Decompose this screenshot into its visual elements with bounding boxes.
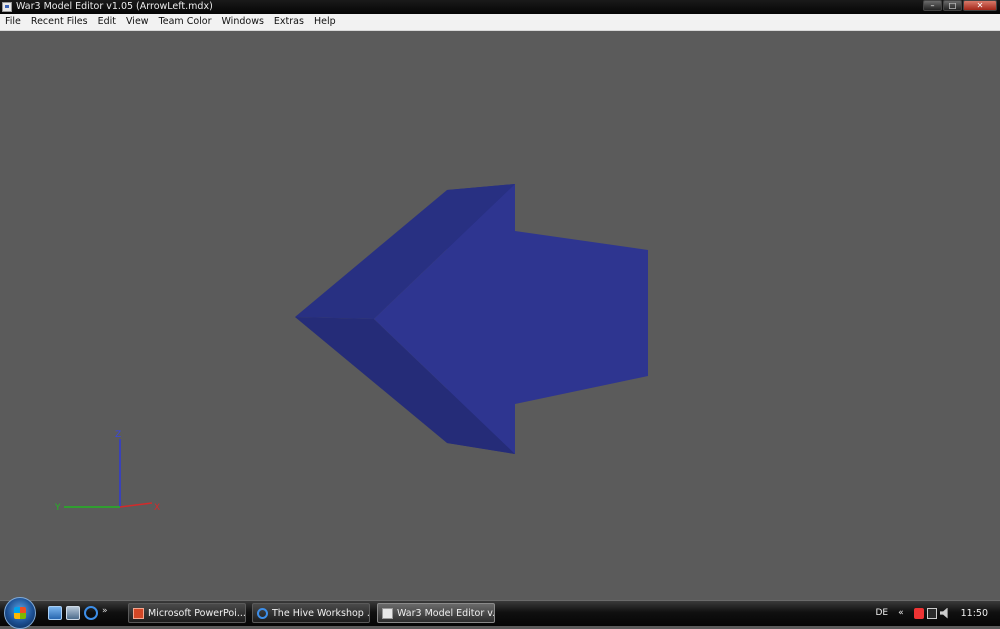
clock[interactable]: 11:50	[961, 608, 988, 619]
start-button[interactable]	[4, 597, 36, 629]
menu-windows[interactable]: Windows	[217, 14, 269, 30]
arrow-model[interactable]	[295, 184, 648, 454]
app-icon[interactable]	[2, 2, 12, 12]
viewport-canvas[interactable]: Z Y X	[0, 31, 1000, 600]
window-controls: – □ ✕	[922, 0, 997, 12]
task-label: War3 Model Editor v...	[397, 607, 494, 619]
y-axis-label: Y	[54, 503, 61, 513]
internet-explorer-icon[interactable]	[84, 606, 98, 620]
taskbar: » Microsoft PowerPoi... The Hive Worksho…	[0, 597, 1000, 629]
z-axis-label: Z	[115, 430, 121, 440]
task-label: Microsoft PowerPoi...	[148, 607, 245, 619]
powerpoint-icon	[133, 607, 144, 619]
language-indicator[interactable]: DE	[875, 608, 888, 618]
volume-icon[interactable]	[939, 607, 948, 619]
axis-gizmo: Z Y X	[54, 430, 160, 513]
war3-model-editor-icon	[382, 607, 393, 619]
3d-viewport[interactable]: Z Y X	[0, 31, 1000, 600]
system-tray: DE « 11:50	[875, 601, 1000, 625]
minimize-button[interactable]: –	[923, 0, 942, 11]
maximize-button[interactable]: □	[943, 0, 962, 11]
x-axis-line	[119, 502, 153, 508]
close-button[interactable]: ✕	[963, 0, 997, 11]
show-desktop-icon[interactable]	[48, 606, 62, 620]
menu-edit[interactable]: Edit	[93, 14, 121, 30]
taskbar-button-hive-workshop[interactable]: The Hive Workshop ...	[252, 603, 370, 623]
menu-recent-files[interactable]: Recent Files	[26, 14, 93, 30]
menu-extras[interactable]: Extras	[269, 14, 309, 30]
menu-team-color[interactable]: Team Color	[154, 14, 217, 30]
task-label: The Hive Workshop ...	[272, 607, 369, 619]
quicklaunch-more-button[interactable]: »	[102, 606, 110, 620]
x-axis-label: X	[154, 503, 160, 513]
internet-explorer-icon	[257, 607, 268, 619]
menu-help[interactable]: Help	[309, 14, 341, 30]
taskbar-button-powerpoint[interactable]: Microsoft PowerPoi...	[128, 603, 246, 623]
show-hidden-icons-button[interactable]: «	[898, 608, 904, 618]
quick-launch: »	[48, 606, 110, 620]
switch-windows-icon[interactable]	[66, 606, 80, 620]
taskbar-button-war3-model-editor[interactable]: War3 Model Editor v...	[377, 603, 495, 623]
menu-view[interactable]: View	[121, 14, 154, 30]
menu-file[interactable]: File	[0, 14, 26, 30]
menu-bar: File Recent Files Edit View Team Color W…	[0, 14, 1000, 31]
alert-icon[interactable]	[913, 607, 924, 619]
title-bar: War3 Model Editor v1.05 (ArrowLeft.mdx) …	[0, 0, 1000, 14]
window-title: War3 Model Editor v1.05 (ArrowLeft.mdx)	[16, 1, 213, 12]
network-icon[interactable]	[926, 607, 937, 619]
